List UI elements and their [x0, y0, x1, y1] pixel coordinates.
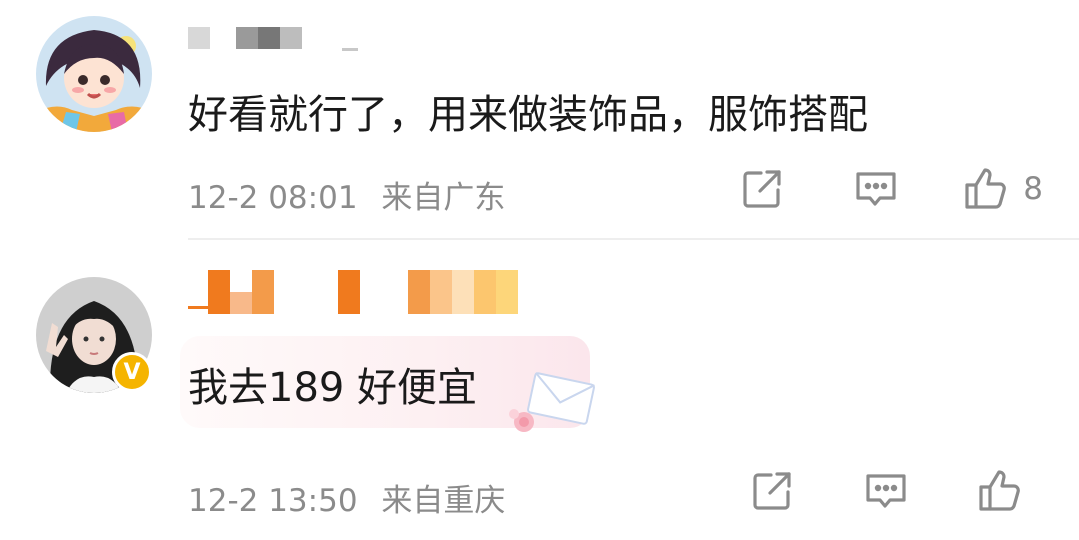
comment-text: 好看就行了，用来做装饰品，服饰搭配: [188, 92, 868, 138]
avatar[interactable]: [36, 16, 152, 132]
username-pixel: [236, 27, 258, 49]
action-bar: [749, 468, 1037, 514]
like-button[interactable]: 8: [963, 166, 1043, 212]
username-pixel: [342, 47, 358, 51]
comment-item: 好看就行了，用来做装饰品，服饰搭配 12-2 08:01 来自广东 8: [0, 0, 1079, 240]
username-pixel: [496, 270, 518, 314]
comment-button[interactable]: [863, 468, 909, 514]
username-pixel: [230, 292, 252, 314]
comment-time: 12-2 13:50: [188, 483, 358, 519]
like-button[interactable]: [977, 468, 1037, 514]
username-pixel: [188, 305, 208, 309]
username-masked[interactable]: [188, 14, 358, 62]
verified-badge: V: [112, 352, 152, 392]
comment-button[interactable]: [853, 166, 899, 212]
username-masked[interactable]: [188, 268, 518, 316]
username-pixel: [474, 270, 496, 314]
comment-meta: 12-2 08:01 来自广东: [188, 172, 505, 217]
username-pixel: [338, 270, 360, 314]
username-pixel: [280, 27, 302, 49]
share-button[interactable]: [739, 166, 785, 212]
action-bar: 8: [739, 166, 1043, 212]
username-pixel: [208, 270, 230, 314]
username-pixel: [188, 27, 210, 49]
username-pixel: [252, 270, 274, 314]
thumbs-up-icon: [965, 168, 1007, 209]
username-pixel: [430, 270, 452, 314]
username-pixel: [258, 27, 280, 49]
like-count: 8: [1023, 171, 1043, 207]
comment-time: 12-2 08:01: [188, 180, 358, 216]
comment-text: 我去189 好便宜: [188, 365, 478, 411]
share-icon: [743, 170, 781, 208]
username-pixel: [452, 270, 474, 314]
comment-meta: 12-2 13:50 来自重庆: [188, 475, 505, 520]
comment-item: V 我去189 好便宜 12-2 13:50 来自重庆: [0, 240, 1079, 540]
comment-location: 来自广东: [381, 180, 506, 216]
share-icon: [753, 472, 791, 510]
comment-location: 来自重庆: [381, 483, 506, 519]
comment-icon: [866, 474, 906, 508]
envelope-decoration: [509, 372, 595, 432]
thumbs-up-icon: [979, 470, 1020, 511]
share-button[interactable]: [749, 468, 795, 514]
comment-icon: [856, 172, 896, 206]
username-pixel: [408, 270, 430, 314]
